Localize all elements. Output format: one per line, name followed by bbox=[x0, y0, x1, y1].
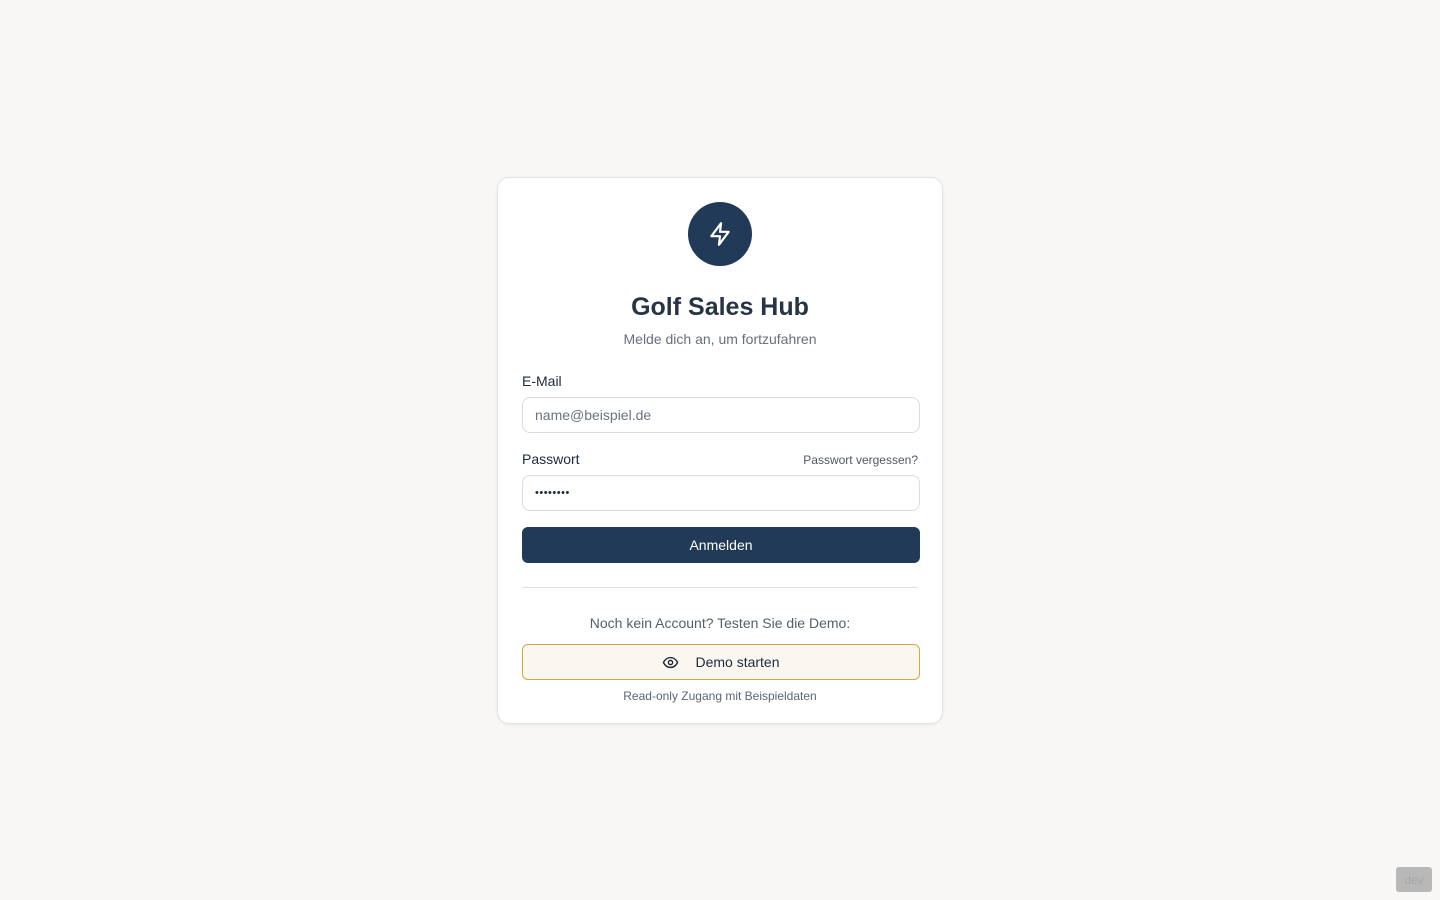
app-title: Golf Sales Hub bbox=[631, 293, 809, 321]
email-field[interactable] bbox=[522, 397, 920, 433]
eye-icon bbox=[663, 656, 679, 668]
email-label-row: E-Mail bbox=[522, 371, 918, 391]
app-logo bbox=[688, 202, 752, 266]
password-label-row: Passwort Passwort vergessen? bbox=[522, 449, 918, 469]
environment-badge: dev bbox=[1396, 867, 1432, 892]
lightning-bolt-icon bbox=[710, 222, 730, 246]
demo-note: Read-only Zugang mit Beispieldaten bbox=[623, 689, 817, 703]
password-field[interactable] bbox=[522, 475, 920, 511]
start-demo-label: Demo starten bbox=[695, 654, 780, 670]
divider bbox=[522, 587, 918, 588]
forgot-password-link[interactable]: Passwort vergessen? bbox=[803, 450, 918, 470]
email-label: E-Mail bbox=[522, 373, 562, 389]
demo-prompt: Noch kein Account? Testen Sie die Demo: bbox=[589, 615, 851, 631]
password-label: Passwort bbox=[522, 451, 580, 467]
start-demo-button[interactable]: Demo starten bbox=[522, 644, 920, 680]
login-subtitle: Melde dich an, um fortzufahren bbox=[623, 331, 817, 347]
login-button[interactable]: Anmelden bbox=[522, 527, 920, 563]
login-card: Golf Sales Hub Melde dich an, um fortzuf… bbox=[497, 177, 943, 724]
